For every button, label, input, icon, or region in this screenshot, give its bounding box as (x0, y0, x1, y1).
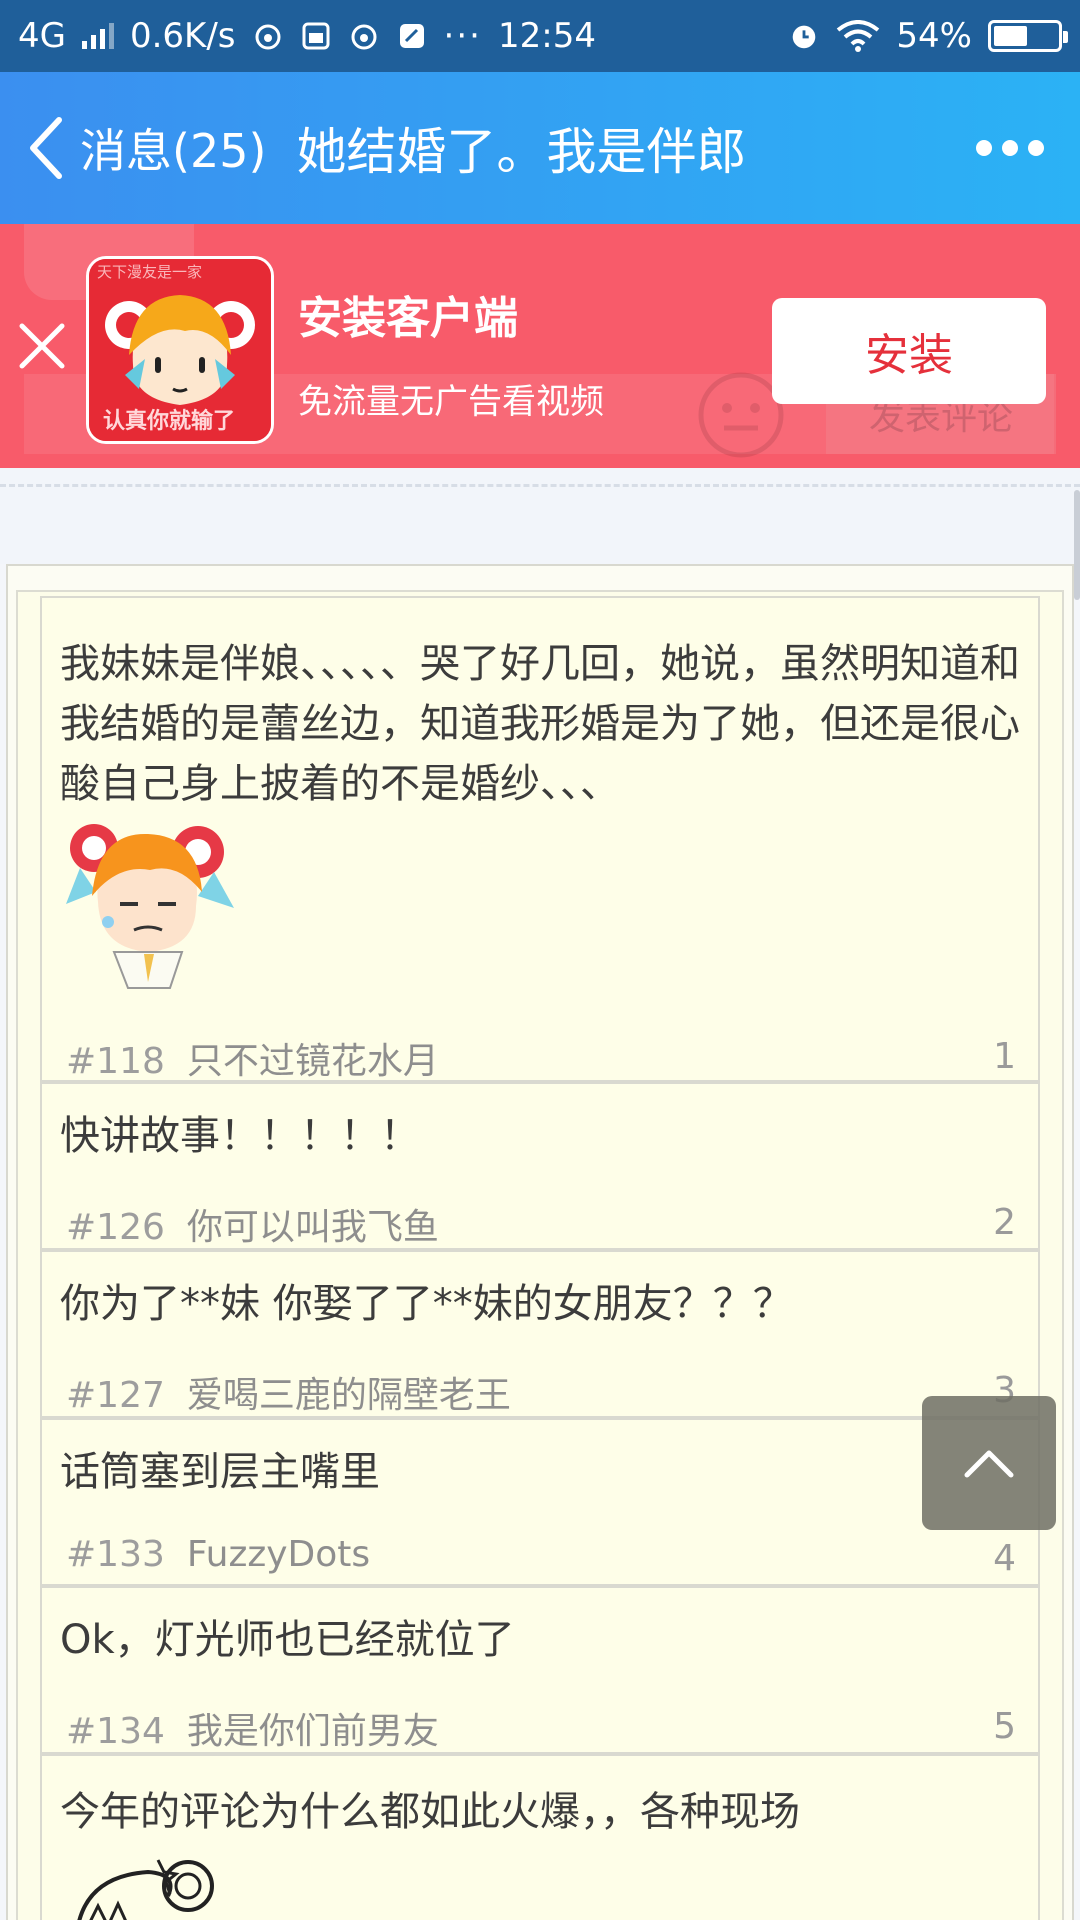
comment-index: 2 (993, 1202, 1016, 1243)
username[interactable]: 只不过镜花水月 (187, 1041, 439, 1082)
comment-text: 你为了**妹 你娶了了**妹的女朋友？？？ (60, 1281, 793, 1327)
comment-item[interactable]: 我妹妹是伴娘、、、、、哭了好几回，她说，虽然明知道和我结婚的是蕾丝边，知道我形婚… (40, 596, 1040, 1082)
status-bar: 4G 0.6K/s ··· 12:54 54% (0, 0, 1080, 72)
comment-meta: #127 爱喝三鹿的隔壁老王 (66, 1366, 511, 1418)
comment-text: 话筒塞到层主嘴里 (60, 1449, 380, 1495)
app-logo-text-bottom: 认真你就输了 (103, 409, 236, 434)
close-icon[interactable] (14, 318, 70, 374)
sticker-image (77, 1859, 214, 1920)
floor-number: #127 (66, 1375, 165, 1416)
comment-meta: #118 只不过镜花水月 (66, 1032, 439, 1084)
comment-item[interactable]: Ok，灯光师也已经就位了 #134 我是你们前男友 5 (40, 1586, 1040, 1754)
chevron-left-icon (30, 117, 62, 179)
floor-number: #118 (66, 1041, 165, 1082)
battery-icon (988, 20, 1068, 52)
comment-text: 今年的评论为什么都如此火爆，，各种现场 (60, 1789, 800, 1835)
comment-meta: #133 FuzzyDots (66, 1534, 370, 1575)
signal-icon (81, 23, 114, 49)
alarm-icon (788, 20, 820, 52)
back-button[interactable] (10, 72, 80, 224)
battery-percent: 54% (896, 16, 972, 56)
separator-area (0, 468, 1080, 564)
username[interactable]: FuzzyDots (187, 1534, 370, 1575)
comment-index: 1 (993, 1036, 1016, 1077)
install-button[interactable]: 安装 (772, 298, 1046, 404)
page-title: 她结婚了。我是伴郎 (296, 123, 747, 181)
weibo-icon (252, 20, 284, 52)
clock: 12:54 (497, 16, 596, 56)
comment-item[interactable]: 你为了**妹 你娶了了**妹的女朋友？？？ #127 爱喝三鹿的隔壁老王 3 (40, 1250, 1040, 1418)
top-nav-bar: 消息(25) 她结婚了。我是伴郎 (0, 72, 1080, 224)
banner-subtitle: 免流量无广告看视频 (298, 382, 604, 422)
app-icon (396, 20, 428, 52)
comment-text: 快讲故事！！！！！ (60, 1113, 420, 1159)
floor-number: #126 (66, 1207, 165, 1248)
comment-item[interactable]: 快讲故事！！！！！ #126 你可以叫我飞鱼 2 (40, 1082, 1040, 1250)
banner-title: 安装客户端 (298, 293, 518, 344)
network-type: 4G (18, 16, 66, 56)
comment-meta: #134 我是你们前男友 (66, 1702, 439, 1754)
more-dots: ··· (443, 16, 482, 56)
scrollbar[interactable] (1074, 490, 1080, 600)
vivo-icon (300, 20, 332, 52)
dashed-divider (0, 484, 1080, 487)
more-horizontal-icon[interactable] (976, 140, 1044, 156)
back-to-top-button[interactable] (922, 1396, 1056, 1530)
network-speed: 0.6K/s (129, 16, 236, 56)
floor-number: #133 (66, 1534, 165, 1575)
comment-item[interactable]: 今年的评论为什么都如此火爆，，各种现场 (40, 1754, 1040, 1920)
comment-index: 4 (993, 1538, 1016, 1579)
comment-text: 我妹妹是伴娘、、、、、哭了好几回，她说，虽然明知道和我结婚的是蕾丝边，知道我形婚… (60, 641, 1020, 807)
username[interactable]: 爱喝三鹿的隔壁老王 (187, 1375, 511, 1416)
username[interactable]: 我是你们前男友 (187, 1711, 439, 1752)
comment-index: 5 (993, 1706, 1016, 1747)
username[interactable]: 你可以叫我飞鱼 (187, 1207, 439, 1248)
comment-text: Ok，灯光师也已经就位了 (60, 1617, 515, 1663)
floor-number: #134 (66, 1711, 165, 1752)
chevron-up-icon (964, 1450, 1014, 1478)
comment-meta: #126 你可以叫我飞鱼 (66, 1198, 439, 1250)
back-label[interactable]: 消息(25) (80, 115, 266, 181)
app-logo-text-top: 天下漫友是一家 (97, 263, 203, 281)
wifi-icon (836, 20, 880, 52)
weibo-icon (348, 20, 380, 52)
sticker-image (66, 824, 234, 989)
comment-item[interactable]: 话筒塞到层主嘴里 #133 FuzzyDots 4 (40, 1418, 1040, 1586)
app-logo: 天下漫友是一家 认真你就输了 (86, 256, 274, 444)
